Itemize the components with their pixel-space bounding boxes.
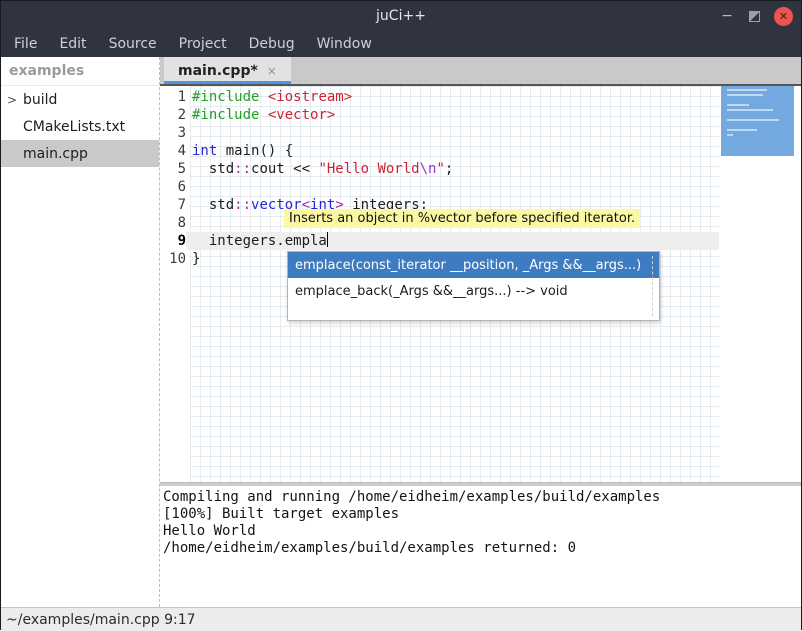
code-editor[interactable]: 1#include <iostream>2#include <vector>34… bbox=[160, 86, 801, 482]
code-line-2[interactable]: 2#include <vector> bbox=[160, 106, 720, 124]
token-plain bbox=[259, 107, 267, 123]
line-number: 7 bbox=[160, 196, 186, 214]
code-line-5[interactable]: 5 std::cout << "Hello World\n"; bbox=[160, 160, 720, 178]
window-controls: − ✕ bbox=[719, 1, 793, 31]
line-number: 9 bbox=[160, 232, 186, 250]
menu-debug[interactable]: Debug bbox=[238, 31, 306, 57]
sidebar-item-build[interactable]: >build bbox=[1, 86, 159, 113]
minimap-viewport[interactable] bbox=[721, 86, 794, 156]
output-line: Compiling and running /home/eidheim/exam… bbox=[163, 489, 801, 506]
line-content: int main() { bbox=[186, 142, 720, 160]
line-content: #include <iostream> bbox=[186, 88, 720, 106]
menu-source[interactable]: Source bbox=[98, 31, 168, 57]
minimap[interactable] bbox=[719, 86, 801, 482]
file-label: CMakeLists.txt bbox=[23, 119, 125, 135]
sidebar-item-main-cpp[interactable]: main.cpp bbox=[1, 140, 159, 167]
completion-item[interactable]: emplace_back(_Args &&__args...) --> void bbox=[288, 278, 659, 304]
line-number: 6 bbox=[160, 178, 186, 196]
menu-edit[interactable]: Edit bbox=[48, 31, 97, 57]
line-content: integers.empla bbox=[186, 232, 720, 250]
output-line: /home/eidheim/examples/build/examples re… bbox=[163, 540, 801, 557]
window-title: juCi++ bbox=[1, 8, 801, 24]
menu-bar: FileEditSourceProjectDebugWindow bbox=[1, 31, 801, 57]
completion-item[interactable]: emplace(const_iterator __position, _Args… bbox=[288, 252, 659, 278]
token-string: " bbox=[436, 161, 444, 177]
minimize-button[interactable]: − bbox=[719, 8, 735, 24]
token-plain: cout << bbox=[251, 161, 318, 177]
main-area: examples >build CMakeLists.txt main.cpp ma… bbox=[1, 57, 801, 607]
file-label: build bbox=[23, 92, 57, 108]
line-content: std::cout << "Hello World\n"; bbox=[186, 160, 720, 178]
token-directive: #include bbox=[192, 89, 259, 105]
line-content bbox=[186, 178, 720, 196]
tab-main-cpp[interactable]: main.cpp* × bbox=[164, 57, 291, 84]
code-line-1[interactable]: 1#include <iostream> bbox=[160, 88, 720, 106]
minimap-line bbox=[727, 89, 767, 91]
tab-strip: main.cpp* × bbox=[160, 57, 801, 86]
code-line-6[interactable]: 6 bbox=[160, 178, 720, 196]
code-line-3[interactable]: 3 bbox=[160, 124, 720, 142]
text-cursor bbox=[327, 232, 328, 247]
active-tab-underline bbox=[164, 81, 291, 84]
file-tree: >build CMakeLists.txt main.cpp bbox=[1, 86, 159, 167]
menu-project[interactable]: Project bbox=[168, 31, 238, 57]
code-lines: 1#include <iostream>2#include <vector>34… bbox=[160, 88, 720, 268]
token-punct: :: bbox=[234, 197, 251, 213]
tab-label: main.cpp* bbox=[178, 63, 258, 79]
line-number: 10 bbox=[160, 250, 186, 268]
editor-column: main.cpp* × 1#include <iostream>2#includ… bbox=[160, 57, 801, 607]
title-bar: juCi++ − ✕ bbox=[1, 1, 801, 31]
doc-tooltip: Inserts an object in %vector before spec… bbox=[284, 209, 640, 228]
token-plain: ; bbox=[445, 161, 453, 177]
token-header: <vector> bbox=[268, 107, 335, 123]
project-name-header: examples bbox=[1, 57, 159, 86]
token-header: <iostream> bbox=[268, 89, 352, 105]
token-plain: integers.empla bbox=[192, 233, 327, 249]
autocomplete-popup: emplace(const_iterator __position, _Args… bbox=[287, 251, 660, 321]
token-plain: std bbox=[192, 197, 234, 213]
menu-window[interactable]: Window bbox=[306, 31, 383, 57]
minimap-line bbox=[727, 134, 733, 136]
close-button[interactable]: ✕ bbox=[774, 7, 793, 26]
popup-scrollbar[interactable] bbox=[652, 256, 653, 316]
token-plain bbox=[259, 89, 267, 105]
menu-file[interactable]: File bbox=[3, 31, 48, 57]
token-keyword: int bbox=[192, 143, 217, 159]
token-string: "Hello World bbox=[318, 161, 419, 177]
build-output-panel: Compiling and running /home/eidheim/exam… bbox=[160, 486, 801, 607]
token-directive: #include bbox=[192, 107, 259, 123]
line-number: 3 bbox=[160, 124, 186, 142]
line-number: 1 bbox=[160, 88, 186, 106]
status-file-position: ~/examples/main.cpp 9:17 bbox=[6, 612, 196, 628]
minimap-line bbox=[727, 109, 773, 111]
line-number: 5 bbox=[160, 160, 186, 178]
code-line-4[interactable]: 4int main() { bbox=[160, 142, 720, 160]
line-number: 2 bbox=[160, 106, 186, 124]
token-escape: \n bbox=[420, 161, 437, 177]
token-punct: :: bbox=[234, 161, 251, 177]
minimap-line bbox=[727, 104, 749, 106]
output-line: Hello World bbox=[163, 523, 801, 540]
line-content bbox=[186, 124, 720, 142]
token-plain: std bbox=[192, 161, 234, 177]
output-line: [100%] Built target examples bbox=[163, 506, 801, 523]
sidebar-item-cmakelists-txt[interactable]: CMakeLists.txt bbox=[1, 113, 159, 140]
file-label: main.cpp bbox=[23, 146, 88, 162]
line-content: #include <vector> bbox=[186, 106, 720, 124]
code-line-9[interactable]: 9 integers.empla bbox=[160, 232, 720, 250]
maximize-button[interactable] bbox=[749, 11, 760, 22]
expander-icon[interactable]: > bbox=[1, 93, 23, 107]
line-number: 8 bbox=[160, 214, 186, 232]
status-bar: ~/examples/main.cpp 9:17 bbox=[1, 607, 801, 631]
token-plain: main() { bbox=[217, 143, 293, 159]
tab-close-icon[interactable]: × bbox=[267, 64, 277, 78]
token-plain: } bbox=[192, 251, 200, 267]
minimap-line bbox=[727, 129, 757, 131]
minimap-line bbox=[727, 94, 763, 96]
file-tree-sidebar: examples >build CMakeLists.txt main.cpp bbox=[1, 57, 160, 607]
line-number: 4 bbox=[160, 142, 186, 160]
minimap-line bbox=[727, 119, 779, 121]
